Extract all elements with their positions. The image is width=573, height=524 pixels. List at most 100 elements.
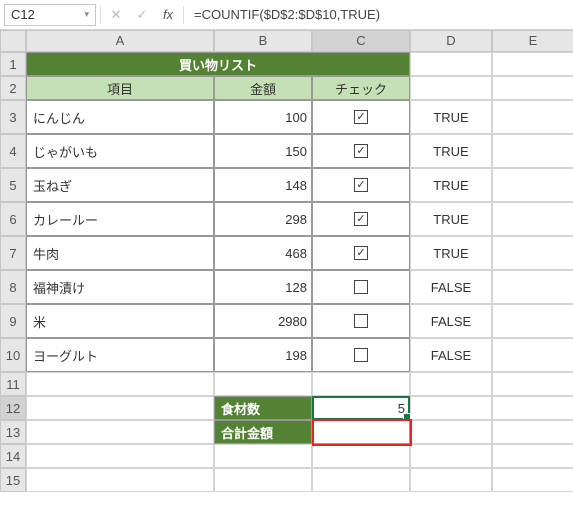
item-flag[interactable]: FALSE bbox=[410, 270, 492, 304]
col-header-B[interactable]: B bbox=[214, 30, 312, 52]
cell-C11[interactable] bbox=[312, 372, 410, 396]
cell-E13[interactable] bbox=[492, 420, 573, 444]
item-amount[interactable]: 468 bbox=[214, 236, 312, 270]
count-label[interactable]: 食材数 bbox=[214, 396, 312, 420]
item-amount[interactable]: 148 bbox=[214, 168, 312, 202]
row-header-6[interactable]: 6 bbox=[0, 202, 26, 236]
formula-input[interactable]: =COUNTIF($D$2:$D$10,TRUE) bbox=[188, 7, 569, 22]
cell-A14[interactable] bbox=[26, 444, 214, 468]
cell-A12[interactable] bbox=[26, 396, 214, 420]
item-check[interactable] bbox=[312, 338, 410, 372]
cell-A13[interactable] bbox=[26, 420, 214, 444]
cell-D12[interactable] bbox=[410, 396, 492, 420]
checkbox-icon[interactable]: ✓ bbox=[354, 246, 368, 260]
item-check[interactable]: ✓ bbox=[312, 202, 410, 236]
item-flag[interactable]: TRUE bbox=[410, 134, 492, 168]
item-amount[interactable]: 128 bbox=[214, 270, 312, 304]
row-header-13[interactable]: 13 bbox=[0, 420, 26, 444]
count-value-cell[interactable]: 5 bbox=[312, 396, 410, 420]
checkbox-icon[interactable]: ✓ bbox=[354, 110, 368, 124]
row-header-14[interactable]: 14 bbox=[0, 444, 26, 468]
item-check[interactable]: ✓ bbox=[312, 100, 410, 134]
cell-E11[interactable] bbox=[492, 372, 573, 396]
cell-E10[interactable] bbox=[492, 338, 573, 372]
row-header-10[interactable]: 10 bbox=[0, 338, 26, 372]
cell-D15[interactable] bbox=[410, 468, 492, 492]
cell-E8[interactable] bbox=[492, 270, 573, 304]
checkbox-icon[interactable] bbox=[354, 280, 368, 294]
header-item[interactable]: 項目 bbox=[26, 76, 214, 100]
item-check[interactable]: ✓ bbox=[312, 236, 410, 270]
checkbox-icon[interactable] bbox=[354, 348, 368, 362]
col-header-C[interactable]: C bbox=[312, 30, 410, 52]
insert-function-button[interactable]: fx bbox=[157, 4, 179, 26]
item-name[interactable]: じゃがいも bbox=[26, 134, 214, 168]
col-header-A[interactable]: A bbox=[26, 30, 214, 52]
cell-E1[interactable] bbox=[492, 52, 573, 76]
checkbox-icon[interactable]: ✓ bbox=[354, 144, 368, 158]
col-header-E[interactable]: E bbox=[492, 30, 573, 52]
item-flag[interactable]: TRUE bbox=[410, 168, 492, 202]
row-header-2[interactable]: 2 bbox=[0, 76, 26, 100]
item-check[interactable] bbox=[312, 270, 410, 304]
row-header-4[interactable]: 4 bbox=[0, 134, 26, 168]
item-name[interactable]: ヨーグルト bbox=[26, 338, 214, 372]
cell-E9[interactable] bbox=[492, 304, 573, 338]
row-header-7[interactable]: 7 bbox=[0, 236, 26, 270]
item-check[interactable]: ✓ bbox=[312, 168, 410, 202]
cancel-button[interactable]: ✕ bbox=[105, 4, 127, 26]
cell-E15[interactable] bbox=[492, 468, 573, 492]
item-name[interactable]: にんじん bbox=[26, 100, 214, 134]
item-name[interactable]: 牛肉 bbox=[26, 236, 214, 270]
cell-E4[interactable] bbox=[492, 134, 573, 168]
cell-E12[interactable] bbox=[492, 396, 573, 420]
item-amount[interactable]: 198 bbox=[214, 338, 312, 372]
row-header-12[interactable]: 12 bbox=[0, 396, 26, 420]
header-amount[interactable]: 金額 bbox=[214, 76, 312, 100]
enter-button[interactable]: ✓ bbox=[131, 4, 153, 26]
checkbox-icon[interactable] bbox=[354, 314, 368, 328]
cell-C15[interactable] bbox=[312, 468, 410, 492]
cell-D1[interactable] bbox=[410, 52, 492, 76]
checkbox-icon[interactable]: ✓ bbox=[354, 212, 368, 226]
item-check[interactable]: ✓ bbox=[312, 134, 410, 168]
cell-C14[interactable] bbox=[312, 444, 410, 468]
total-label[interactable]: 合計金額 bbox=[214, 420, 312, 444]
cell-B14[interactable] bbox=[214, 444, 312, 468]
cell-D2[interactable] bbox=[410, 76, 492, 100]
item-flag[interactable]: TRUE bbox=[410, 100, 492, 134]
row-header-9[interactable]: 9 bbox=[0, 304, 26, 338]
cell-D14[interactable] bbox=[410, 444, 492, 468]
item-amount[interactable]: 2980 bbox=[214, 304, 312, 338]
item-amount[interactable]: 100 bbox=[214, 100, 312, 134]
row-header-1[interactable]: 1 bbox=[0, 52, 26, 76]
row-header-5[interactable]: 5 bbox=[0, 168, 26, 202]
title-cell[interactable]: 買い物リスト bbox=[26, 52, 410, 76]
name-box[interactable]: C12 ▾ bbox=[4, 4, 96, 26]
cell-E5[interactable] bbox=[492, 168, 573, 202]
cell-B15[interactable] bbox=[214, 468, 312, 492]
cell-E2[interactable] bbox=[492, 76, 573, 100]
select-all-corner[interactable] bbox=[0, 30, 26, 52]
cell-A15[interactable] bbox=[26, 468, 214, 492]
item-name[interactable]: カレールー bbox=[26, 202, 214, 236]
cell-E6[interactable] bbox=[492, 202, 573, 236]
total-value-cell[interactable] bbox=[312, 420, 410, 444]
cell-E14[interactable] bbox=[492, 444, 573, 468]
item-flag[interactable]: FALSE bbox=[410, 338, 492, 372]
cell-D11[interactable] bbox=[410, 372, 492, 396]
cell-E7[interactable] bbox=[492, 236, 573, 270]
item-amount[interactable]: 298 bbox=[214, 202, 312, 236]
row-header-11[interactable]: 11 bbox=[0, 372, 26, 396]
spreadsheet-grid[interactable]: A B C D E 1 買い物リスト 2 項目 金額 チェック 3 にんじん 1… bbox=[0, 30, 573, 492]
cell-B11[interactable] bbox=[214, 372, 312, 396]
item-name[interactable]: 福神漬け bbox=[26, 270, 214, 304]
checkbox-icon[interactable]: ✓ bbox=[354, 178, 368, 192]
col-header-D[interactable]: D bbox=[410, 30, 492, 52]
row-header-3[interactable]: 3 bbox=[0, 100, 26, 134]
cell-D13[interactable] bbox=[410, 420, 492, 444]
row-header-8[interactable]: 8 bbox=[0, 270, 26, 304]
row-header-15[interactable]: 15 bbox=[0, 468, 26, 492]
item-flag[interactable]: TRUE bbox=[410, 236, 492, 270]
item-check[interactable] bbox=[312, 304, 410, 338]
